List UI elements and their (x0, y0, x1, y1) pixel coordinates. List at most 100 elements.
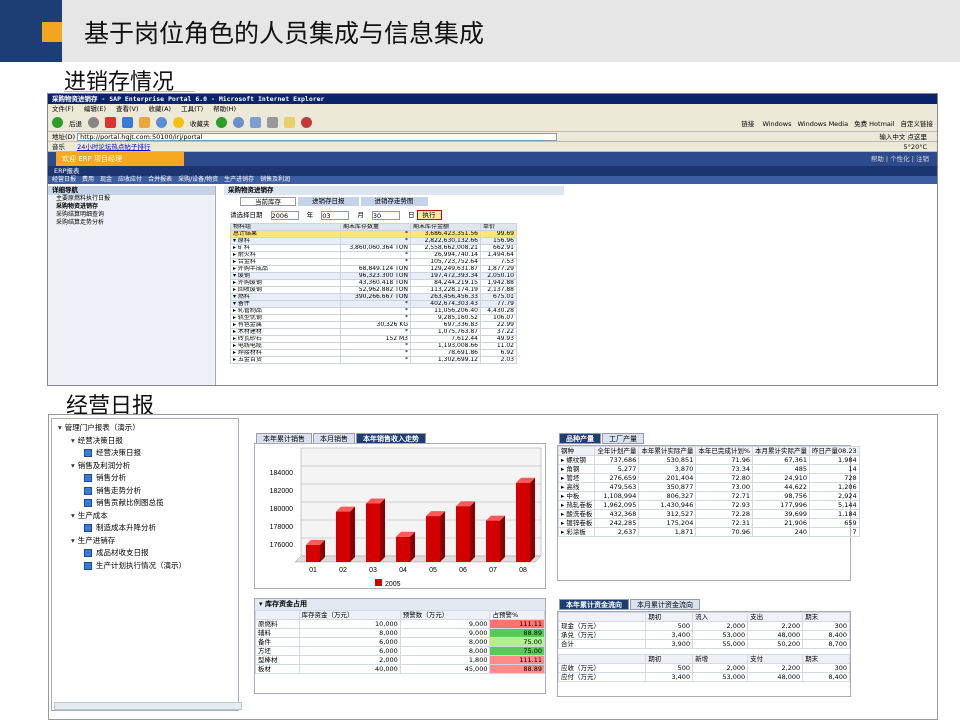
table-row[interactable]: ▸ 合金料 * 105,723,752.64 7.53 (230, 258, 517, 266)
help-link[interactable]: 帮助 (871, 155, 884, 163)
table-row[interactable]: 承兑（万元） 3,400 53,000 48,000 8,400 (557, 630, 850, 640)
table-row[interactable]: ▾ 燃料 390,266.667 TON 263,456,456.33 675.01 (230, 293, 517, 301)
back-icon[interactable] (52, 117, 63, 128)
media-icon[interactable] (215, 117, 227, 128)
folder-icon[interactable] (283, 117, 295, 128)
table-row[interactable]: ▸ 热轧卷板 1,962,095 1,430,946 72.93 177,996 5,14… (557, 500, 860, 510)
tree-item[interactable]: 销售走势分析 (52, 485, 238, 498)
detail-nav-item[interactable]: 采购结算明细查询 (48, 211, 215, 219)
menu-item[interactable]: 文件(F) (52, 105, 74, 113)
table-row[interactable]: 备件 6,000 8,000 75.00 (255, 637, 545, 647)
table-row[interactable]: ▸ 高线 479,563 350,877 73.00 44,622 1,206 (557, 482, 860, 492)
tab[interactable]: 本月累计资金流向 (630, 599, 700, 610)
music-label[interactable]: 音乐 (52, 143, 65, 151)
table-row[interactable]: ▸ 轨型优钢 * 9,285,160.52 106.07 (230, 314, 517, 322)
link-item[interactable]: Windows Media (797, 120, 848, 128)
table-row[interactable]: ▸ 五金百货 * 1,302,699.12 2.03 (230, 356, 517, 364)
tree-item[interactable]: ▾ 销售及利润分析 (52, 460, 238, 473)
detail-nav-item[interactable]: 主要原燃料执行日报 (48, 195, 215, 203)
detail-nav-item[interactable]: 采购物资进销存 (48, 203, 215, 211)
table-row[interactable]: 应付（万元） 3,400 53,000 48,000 8,400 (557, 672, 850, 682)
hotlink[interactable]: 24小时论坛热点帖子排行 (77, 143, 150, 151)
table-row[interactable]: 合计 3,900 55,000 50,200 8,700 (557, 639, 850, 649)
link-item[interactable]: 自定义链接 (901, 120, 934, 128)
table-row[interactable]: ▸ 角钢 5,277 3,870 73.34 485 14 (557, 464, 860, 474)
subtab[interactable]: 进销存走势图 (360, 197, 428, 206)
tree-item[interactable]: ▾ 经营决策日报 (52, 435, 238, 448)
tab[interactable]: 本年累计资金流向 (559, 599, 629, 610)
favorites-icon[interactable] (173, 117, 184, 128)
tree-item[interactable]: 成品材收支日报 (52, 547, 238, 560)
table-row[interactable]: ▸ 外购半成品 68,849.124 TON 129,249,631.87 1,877… (230, 265, 517, 273)
day-select[interactable]: 30 (371, 210, 400, 220)
tree-item[interactable]: 制造成本升降分析 (52, 522, 238, 535)
table-row[interactable]: ▸ 彩涂板 2,637 1,871 70.96 240 7 (557, 527, 860, 537)
table-row[interactable]: 板材 40,000 45,000 88.89 (255, 664, 545, 674)
table-row[interactable]: 现金（万元） 500 2,000 2,200 300 (557, 621, 850, 631)
table-row[interactable]: ▸ 镀锌卷板 242,285 175,204 72.31 21,906 659 (557, 518, 860, 528)
inventory-fund-title[interactable]: ▾ 库存资金占用 (255, 599, 545, 610)
stop-icon[interactable] (105, 117, 116, 128)
table-row[interactable]: ▸ 酸洗卷板 432,368 312,527 72.28 39,699 1,184 (557, 509, 860, 519)
table-row[interactable]: ▾ 备件 * 402,674,303.43 77.79 (230, 300, 517, 308)
personalize-link[interactable]: 个性化 (890, 155, 910, 163)
tree-item[interactable]: ▾ 生产进销存 (52, 535, 238, 548)
forward-icon[interactable] (88, 117, 99, 128)
table-row[interactable]: ▸ 外购废钢 43,360.418 TON 84,244,219.15 1,942.8… (230, 279, 517, 287)
link-item[interactable]: Windows (762, 120, 791, 128)
table-row[interactable]: ▸ 矿料 3,860,060.364 TON 2,558,662,008.21 662… (230, 244, 517, 252)
menu-item[interactable]: 帮助(H) (213, 105, 236, 113)
tab[interactable]: 品种产量 (559, 433, 601, 444)
table-row[interactable]: ▸ 电线电缆 * 1,193,008.66 11.02 (230, 342, 517, 350)
table-row[interactable]: ▸ 中板 1,108,994 806,327 72.71 98,756 2,924 (557, 491, 860, 501)
tool-icon[interactable] (300, 117, 312, 128)
input-lang[interactable]: 输入中文 点这里 (879, 132, 927, 142)
table-row[interactable]: 辅料 8,000 9,000 88.89 (255, 628, 545, 638)
table-row[interactable]: 原燃料 10,000 9,000 111.11 (255, 619, 545, 629)
table-row[interactable]: ▾ 原料 * 2,822,630,132.66 156.96 (230, 237, 517, 245)
sap-nav-tab[interactable]: 销售及利润 (260, 176, 290, 183)
tree-expand-icon[interactable]: ▾ (71, 436, 75, 445)
home-icon[interactable] (139, 117, 150, 128)
table-row[interactable]: 总计结果 * 3,686,423,351.56 99.69 (230, 230, 517, 238)
search-icon[interactable] (156, 117, 167, 128)
sap-nav-tab[interactable]: 应收应付 (118, 176, 142, 183)
detail-nav-item[interactable]: 采购结算走势分析 (48, 219, 215, 227)
tree-item[interactable]: 经营决策日报 (52, 447, 238, 460)
menu-item[interactable]: 收藏(A) (149, 105, 172, 113)
sap-nav-tab[interactable]: 现金 (100, 176, 112, 183)
tree-item[interactable]: 销售贡献比例图总揽 (52, 497, 238, 510)
tree-expand-icon[interactable]: ▾ (58, 423, 62, 432)
table-row[interactable]: ▾ 废钢 96,323.300 TON 197,472,393.34 2,050.10 (230, 272, 517, 280)
tree-item[interactable]: ▾ 管理门户报表（演示） (52, 422, 238, 435)
table-row[interactable]: ▸ 有色金属 30,326 KG 697,336.83 22.99 (230, 321, 517, 329)
tree-expand-icon[interactable]: ▾ (71, 511, 75, 520)
menu-item[interactable]: 编辑(E) (84, 105, 106, 113)
subtab[interactable]: 当前库存 (240, 197, 296, 206)
tree-item[interactable]: 生产计划执行情况（演示） (52, 560, 238, 573)
subtab[interactable]: 进销存日报 (298, 197, 359, 206)
sap-nav-tab[interactable]: 生产进销存 (224, 176, 254, 183)
table-row[interactable]: ▸ 砖瓦砂石 152 M3 7,612.44 49.93 (230, 335, 517, 343)
back-label[interactable]: 后退 (69, 118, 82, 128)
table-row[interactable]: ▸ 焊接材料 * 78,691.86 6.92 (230, 349, 517, 357)
address-input[interactable]: http://portal.hgjt.com:50100/irj/portal (77, 133, 558, 141)
mail-icon[interactable] (249, 117, 261, 128)
history-icon[interactable] (232, 117, 244, 128)
table-row[interactable]: ▸ 轧管制品 * 11,056,206.40 4,430.28 (230, 307, 517, 315)
menu-item[interactable]: 工具(T) (181, 105, 203, 113)
table-row[interactable]: ▸ 螺纹钢 737,686 530,851 71.96 67,361 1,984 (557, 455, 860, 465)
tab[interactable]: 工厂产量 (602, 433, 644, 444)
tree-expand-icon[interactable]: ▾ (71, 461, 75, 470)
print-icon[interactable] (266, 117, 278, 128)
refresh-icon[interactable] (122, 117, 133, 128)
table-row[interactable]: 应收（万元） 500 2,000 2,200 300 (557, 663, 850, 673)
year-select[interactable]: 2006 (270, 210, 299, 220)
table-row[interactable]: ▸ 管坯 276,659 201,404 72.80 24,910 728 (557, 473, 860, 483)
table-row[interactable]: ▸ 耐火料 * 26,994,740.14 1,494.64 (230, 251, 517, 259)
month-select[interactable]: 03 (321, 210, 350, 220)
table-row[interactable]: ▸ 木材建材 * 1,075,763.87 37.22 (230, 328, 517, 336)
erp-report-tab[interactable]: ERP报表 (54, 167, 80, 175)
sap-nav-tab[interactable]: 经营日报 (52, 176, 76, 183)
link-item[interactable]: 免费 Hotmail (854, 120, 894, 128)
